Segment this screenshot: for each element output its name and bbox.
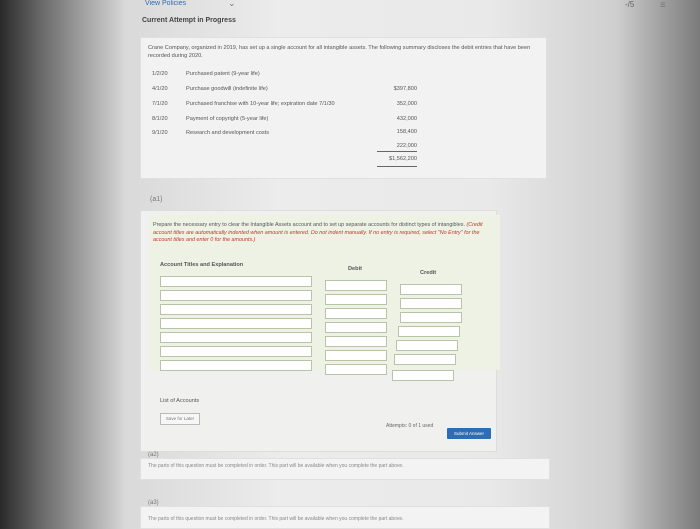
credit-input[interactable] <box>394 354 456 365</box>
part-a2-panel <box>140 458 550 480</box>
problem-intro: Crane Company, organized in 2019, has se… <box>148 45 531 59</box>
account-title-input[interactable] <box>160 318 312 329</box>
chevron-down-icon[interactable]: ⌄ <box>228 0 236 9</box>
entry-description: Research and development costs <box>186 130 270 136</box>
top-bar <box>0 0 700 30</box>
view-policies-link[interactable]: View Policies <box>145 0 186 7</box>
credit-input[interactable] <box>392 370 454 381</box>
col-account-header: Account Titles and Explanation <box>160 262 244 268</box>
debit-input[interactable] <box>325 350 387 361</box>
debit-input[interactable] <box>325 294 387 305</box>
entry-date: 4/1/20 <box>152 86 168 92</box>
entry-date: 1/2/20 <box>152 71 168 77</box>
account-title-input[interactable] <box>160 276 312 287</box>
entry-date: 9/1/20 <box>152 130 168 136</box>
credit-input[interactable] <box>400 284 462 295</box>
account-title-input[interactable] <box>160 346 312 357</box>
save-for-later-button[interactable]: Save for Later <box>160 413 200 425</box>
entry-date: 7/1/20 <box>152 101 168 107</box>
debit-input[interactable] <box>325 364 387 375</box>
debit-input[interactable] <box>325 336 387 347</box>
instructions-text: Prepare the necessary entry to clear the… <box>153 222 465 228</box>
part-a1-label: (a1) <box>150 196 163 203</box>
entry-amount: 352,000 <box>396 101 417 107</box>
attempts-counter: Attempts: 0 of 1 used <box>386 423 434 429</box>
credit-input[interactable] <box>396 340 458 351</box>
entries-total: $1,562,200 <box>389 156 417 162</box>
entry-description: Payment of copyright (5-year life) <box>186 116 269 122</box>
account-title-input[interactable] <box>160 332 312 343</box>
debit-input[interactable] <box>325 308 387 319</box>
menu-icon[interactable]: ≡ <box>660 0 666 11</box>
submit-answer-button[interactable]: Submit Answer <box>447 428 491 439</box>
credit-input[interactable] <box>398 326 460 337</box>
account-title-input[interactable] <box>160 290 312 301</box>
account-title-input[interactable] <box>160 360 312 371</box>
page-indicator: -/5 <box>625 0 635 9</box>
col-credit-header: Credit <box>420 270 437 276</box>
entry-description: Purchase goodwill (indefinite life) <box>186 86 268 92</box>
entry-amount: 432,000 <box>396 116 417 122</box>
entry-amount: $397,800 <box>393 86 417 92</box>
total-underline <box>377 166 417 167</box>
entry-description: Purchased franchise with 10-year life; e… <box>186 101 335 107</box>
account-title-input[interactable] <box>160 304 312 315</box>
credit-input[interactable] <box>400 312 462 323</box>
entry-description: Purchased patent (9-year life) <box>186 71 260 77</box>
part-a2-locked-text: The parts of this question must be compl… <box>148 463 404 469</box>
debit-input[interactable] <box>325 322 387 333</box>
debit-input[interactable] <box>325 280 387 291</box>
credit-input[interactable] <box>400 298 462 309</box>
col-debit-header: Debit <box>348 266 362 272</box>
entry-amount: 222,000 <box>396 143 417 149</box>
part-a3-locked-text: The parts of this question must be compl… <box>148 516 404 522</box>
current-attempt-title: Current Attempt in Progress <box>142 17 236 24</box>
total-rule <box>377 151 417 152</box>
entry-amount: 158,400 <box>396 129 417 135</box>
list-of-accounts-link[interactable]: List of Accounts <box>160 398 199 404</box>
part-a1-instructions: Prepare the necessary entry to clear the… <box>153 222 498 245</box>
entry-date: 8/1/20 <box>152 116 168 122</box>
